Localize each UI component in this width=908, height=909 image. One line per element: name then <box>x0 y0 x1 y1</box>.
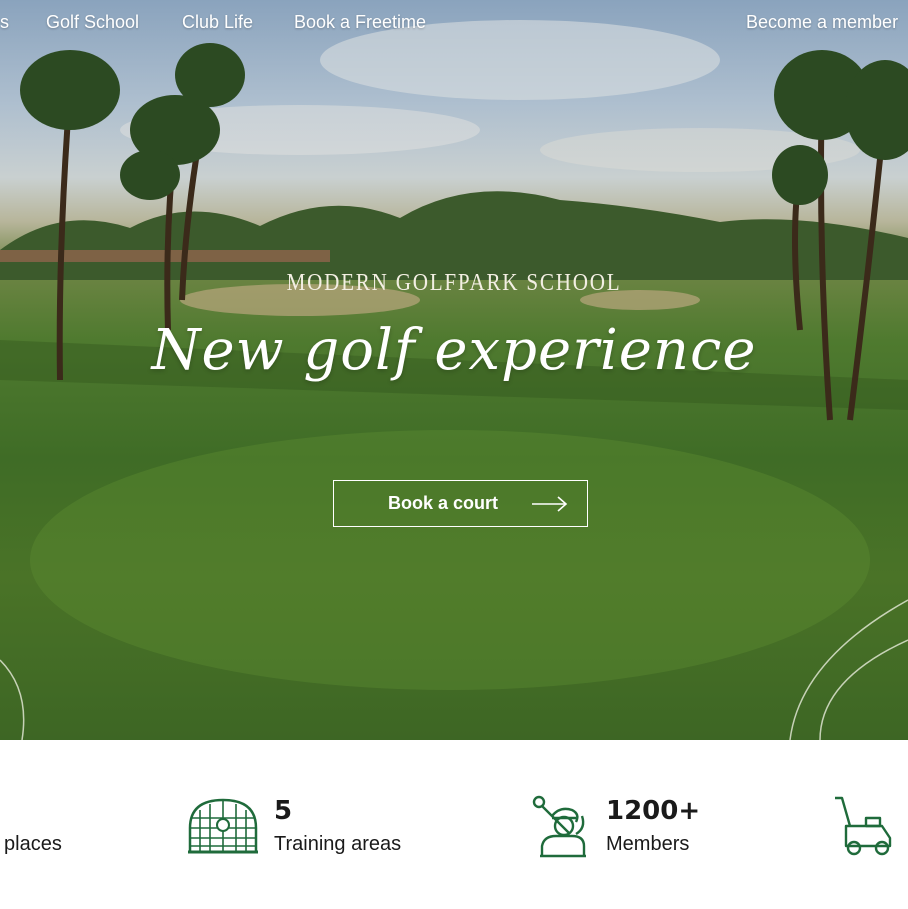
hero-subtitle: MODERN GOLFPARK SCHOOL <box>286 270 622 296</box>
training-net-icon <box>188 798 258 854</box>
book-court-button[interactable]: Book a court <box>333 480 588 527</box>
stat-label-training-areas: Training areas <box>274 833 402 855</box>
stat-value-members: 1200+ <box>606 796 701 826</box>
main-nav: s Golf School Club Life Book a Freetime … <box>0 0 908 46</box>
hero-section: s Golf School Club Life Book a Freetime … <box>0 0 908 740</box>
hero-headline: New golf experience <box>151 318 757 383</box>
stat-value-training-areas: 5 <box>274 796 293 826</box>
nav-item-book-freetime[interactable]: Book a Freetime <box>294 12 426 33</box>
golfer-icon <box>532 795 586 858</box>
nav-item-club-life[interactable]: Club Life <box>182 12 253 33</box>
stats-section: places 5 Training areas 1200+ Members <box>0 740 908 909</box>
nav-item-golf-school[interactable]: Golf School <box>46 12 139 33</box>
stat-label-places: places <box>4 833 62 855</box>
become-member-link[interactable]: Become a member <box>746 12 898 33</box>
book-court-label: Book a court <box>388 493 499 513</box>
nav-item-partial[interactable]: s <box>0 12 9 33</box>
stat-label-members: Members <box>606 833 690 855</box>
golf-cart-icon <box>835 796 892 856</box>
arrow-right-icon <box>532 495 568 512</box>
